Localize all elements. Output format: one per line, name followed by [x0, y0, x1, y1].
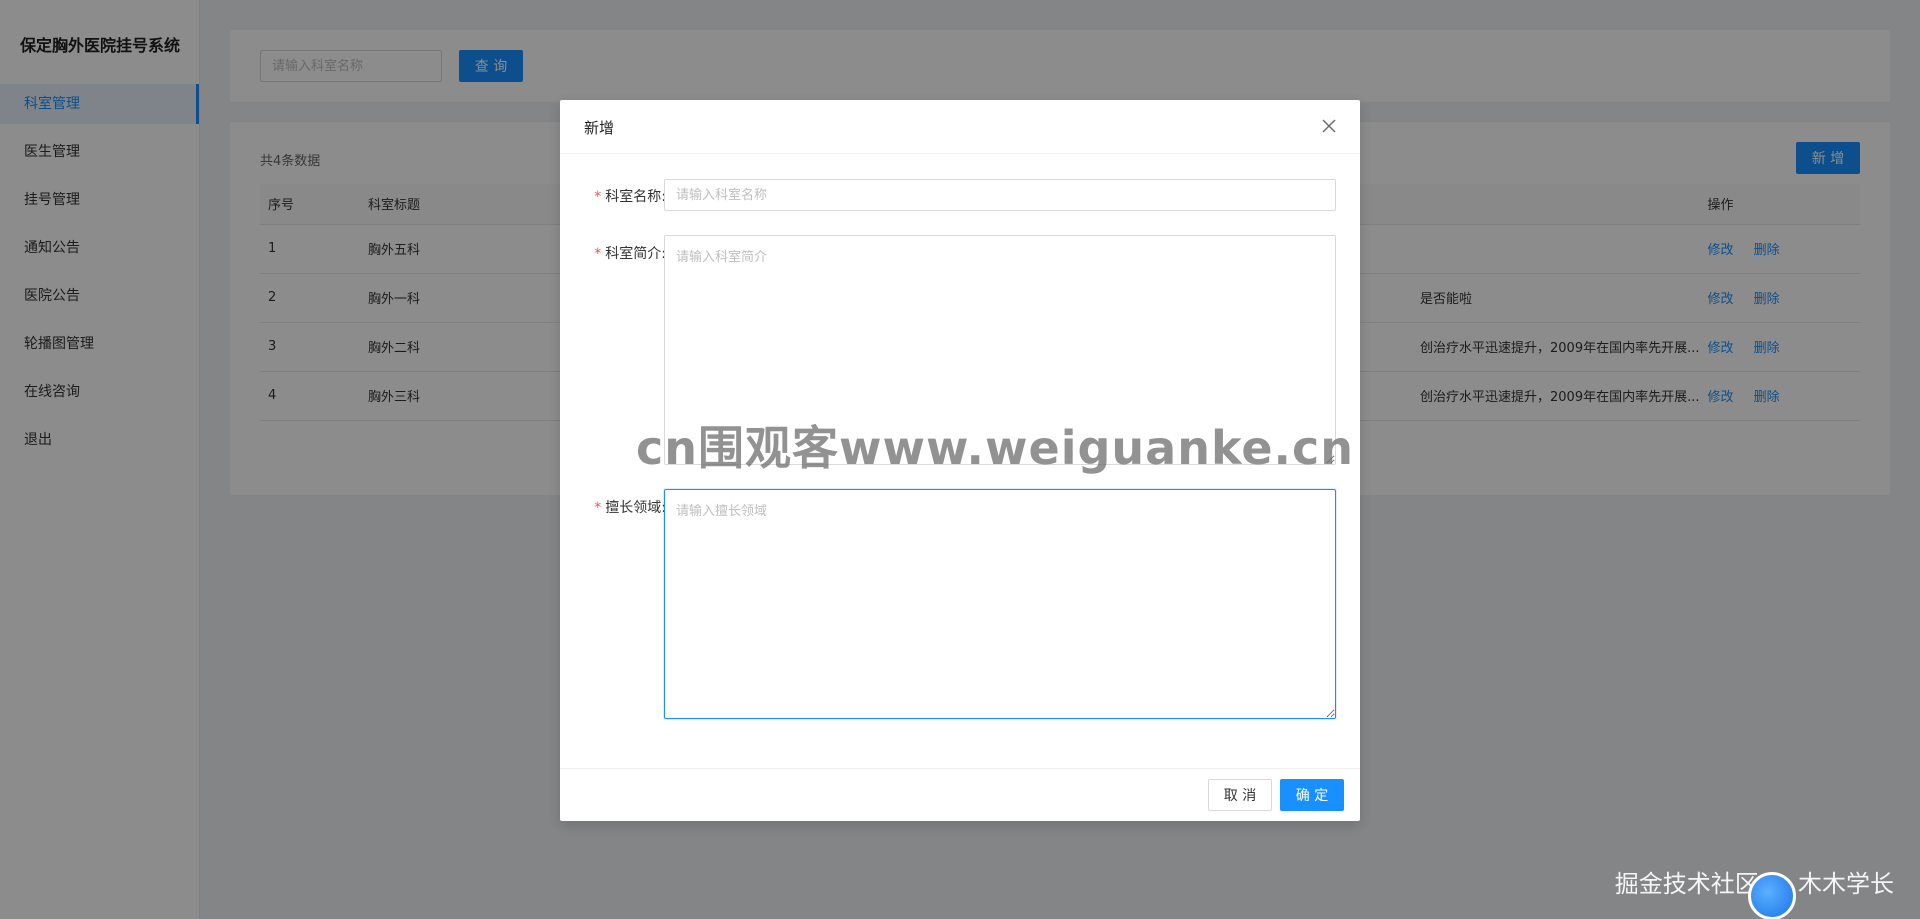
form-label-specialty: * 擅长领域: — [582, 497, 666, 517]
floating-assistant-ball[interactable] — [1748, 872, 1796, 919]
form-label-text: 科室简介: — [605, 246, 666, 262]
specialty-textarea[interactable] — [664, 489, 1336, 719]
required-mark: * — [594, 246, 602, 262]
modal-close-button[interactable] — [1318, 116, 1340, 138]
form-label-text: 科室名称: — [605, 189, 666, 205]
center-watermark: cn围观客www.weiguanke.cn — [636, 421, 1355, 475]
form-label-department-intro: * 科室简介: — [582, 243, 666, 263]
modal-footer: 取 消 确 定 — [560, 768, 1360, 821]
form-label-department-name: * 科室名称: — [582, 186, 666, 206]
close-icon — [1322, 119, 1336, 132]
cancel-button[interactable]: 取 消 — [1208, 779, 1272, 811]
modal-header: 新增 — [560, 100, 1360, 154]
form-label-text: 擅长领域: — [605, 500, 666, 516]
modal-title: 新增 — [584, 119, 615, 137]
department-name-input[interactable] — [664, 179, 1336, 211]
required-mark: * — [594, 500, 602, 516]
confirm-button[interactable]: 确 定 — [1280, 779, 1344, 811]
app-root: 保定胸外医院挂号系统 科室管理 医生管理 挂号管理 通知公告 医院公告 轮播图管… — [0, 0, 1920, 919]
required-mark: * — [594, 189, 602, 205]
